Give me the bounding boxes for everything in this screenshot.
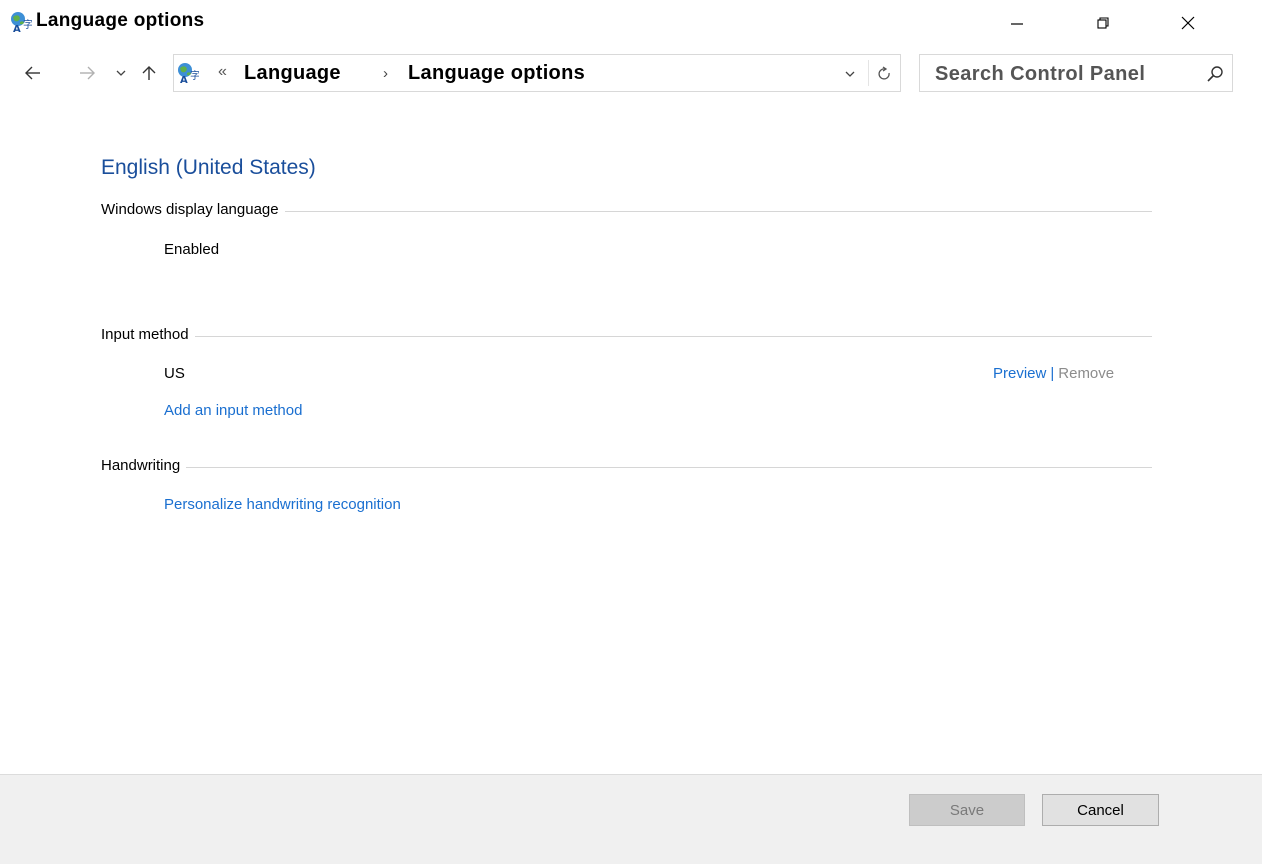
chevron-down-icon	[845, 71, 855, 77]
close-icon	[1181, 16, 1195, 30]
restore-icon	[1097, 17, 1109, 29]
footer-bar: Save Cancel	[0, 774, 1262, 864]
remove-link: Remove	[1058, 365, 1115, 382]
section-label: Input method	[101, 326, 195, 343]
section-label: Handwriting	[101, 457, 187, 474]
section-divider	[101, 467, 1152, 468]
preview-link[interactable]: Preview	[993, 365, 1046, 382]
personalize-handwriting-link[interactable]: Personalize handwriting recognition	[164, 496, 401, 513]
actions-separator: |	[1050, 365, 1055, 382]
recent-locations-button[interactable]	[110, 62, 132, 84]
svg-text:A: A	[13, 24, 21, 33]
forward-button[interactable]	[76, 62, 98, 84]
main-content: English (United States) Windows display …	[0, 100, 1262, 774]
svg-text:字: 字	[23, 18, 32, 31]
section-input-method: Input method	[101, 326, 1152, 346]
refresh-icon	[878, 66, 890, 80]
search-placeholder: Search Control Panel	[935, 63, 1146, 85]
section-label: Windows display language	[101, 201, 285, 218]
cancel-button[interactable]: Cancel	[1042, 794, 1159, 826]
back-arrow-icon	[25, 66, 40, 80]
breadcrumb-separator[interactable]: ›	[383, 65, 388, 82]
search-icon	[1207, 66, 1223, 82]
language-globe-icon: A 字	[11, 12, 32, 33]
language-title: English (United States)	[101, 156, 316, 179]
address-divider	[868, 60, 869, 86]
svg-text:A: A	[180, 75, 188, 84]
search-input[interactable]: Search Control Panel	[919, 54, 1233, 92]
section-divider	[101, 336, 1152, 337]
display-language-status: Enabled	[164, 241, 220, 258]
back-button[interactable]	[22, 62, 44, 84]
title-bar: A 字 Language options	[0, 0, 1262, 48]
section-windows-display-language: Windows display language	[101, 201, 1152, 221]
save-button[interactable]: Save	[909, 794, 1025, 826]
address-bar[interactable]: A 字 « Language › Language options	[173, 54, 901, 92]
minimize-button[interactable]	[986, 0, 1048, 46]
chevron-down-icon	[116, 70, 126, 76]
input-method-actions: Preview | Remove	[993, 365, 1114, 382]
close-button[interactable]	[1157, 0, 1219, 46]
forward-arrow-icon	[80, 66, 95, 80]
section-handwriting: Handwriting	[101, 457, 1152, 477]
breadcrumb-language[interactable]: Language	[244, 62, 341, 85]
svg-text:字: 字	[190, 69, 199, 82]
up-button[interactable]	[138, 62, 160, 84]
refresh-button[interactable]	[874, 63, 896, 85]
breadcrumb-overflow[interactable]: «	[218, 63, 227, 81]
address-dropdown-button[interactable]	[839, 63, 861, 85]
up-arrow-icon	[142, 66, 156, 80]
breadcrumb-language-options[interactable]: Language options	[408, 62, 585, 85]
window-title: Language options	[36, 10, 205, 31]
input-method-name: US	[164, 365, 185, 382]
restore-button[interactable]	[1072, 0, 1134, 46]
add-input-method-link[interactable]: Add an input method	[164, 402, 302, 419]
language-globe-icon: A 字	[178, 63, 199, 84]
minimize-icon	[1011, 23, 1023, 25]
navigation-bar: A 字 « Language › Language options Search…	[0, 50, 1262, 98]
